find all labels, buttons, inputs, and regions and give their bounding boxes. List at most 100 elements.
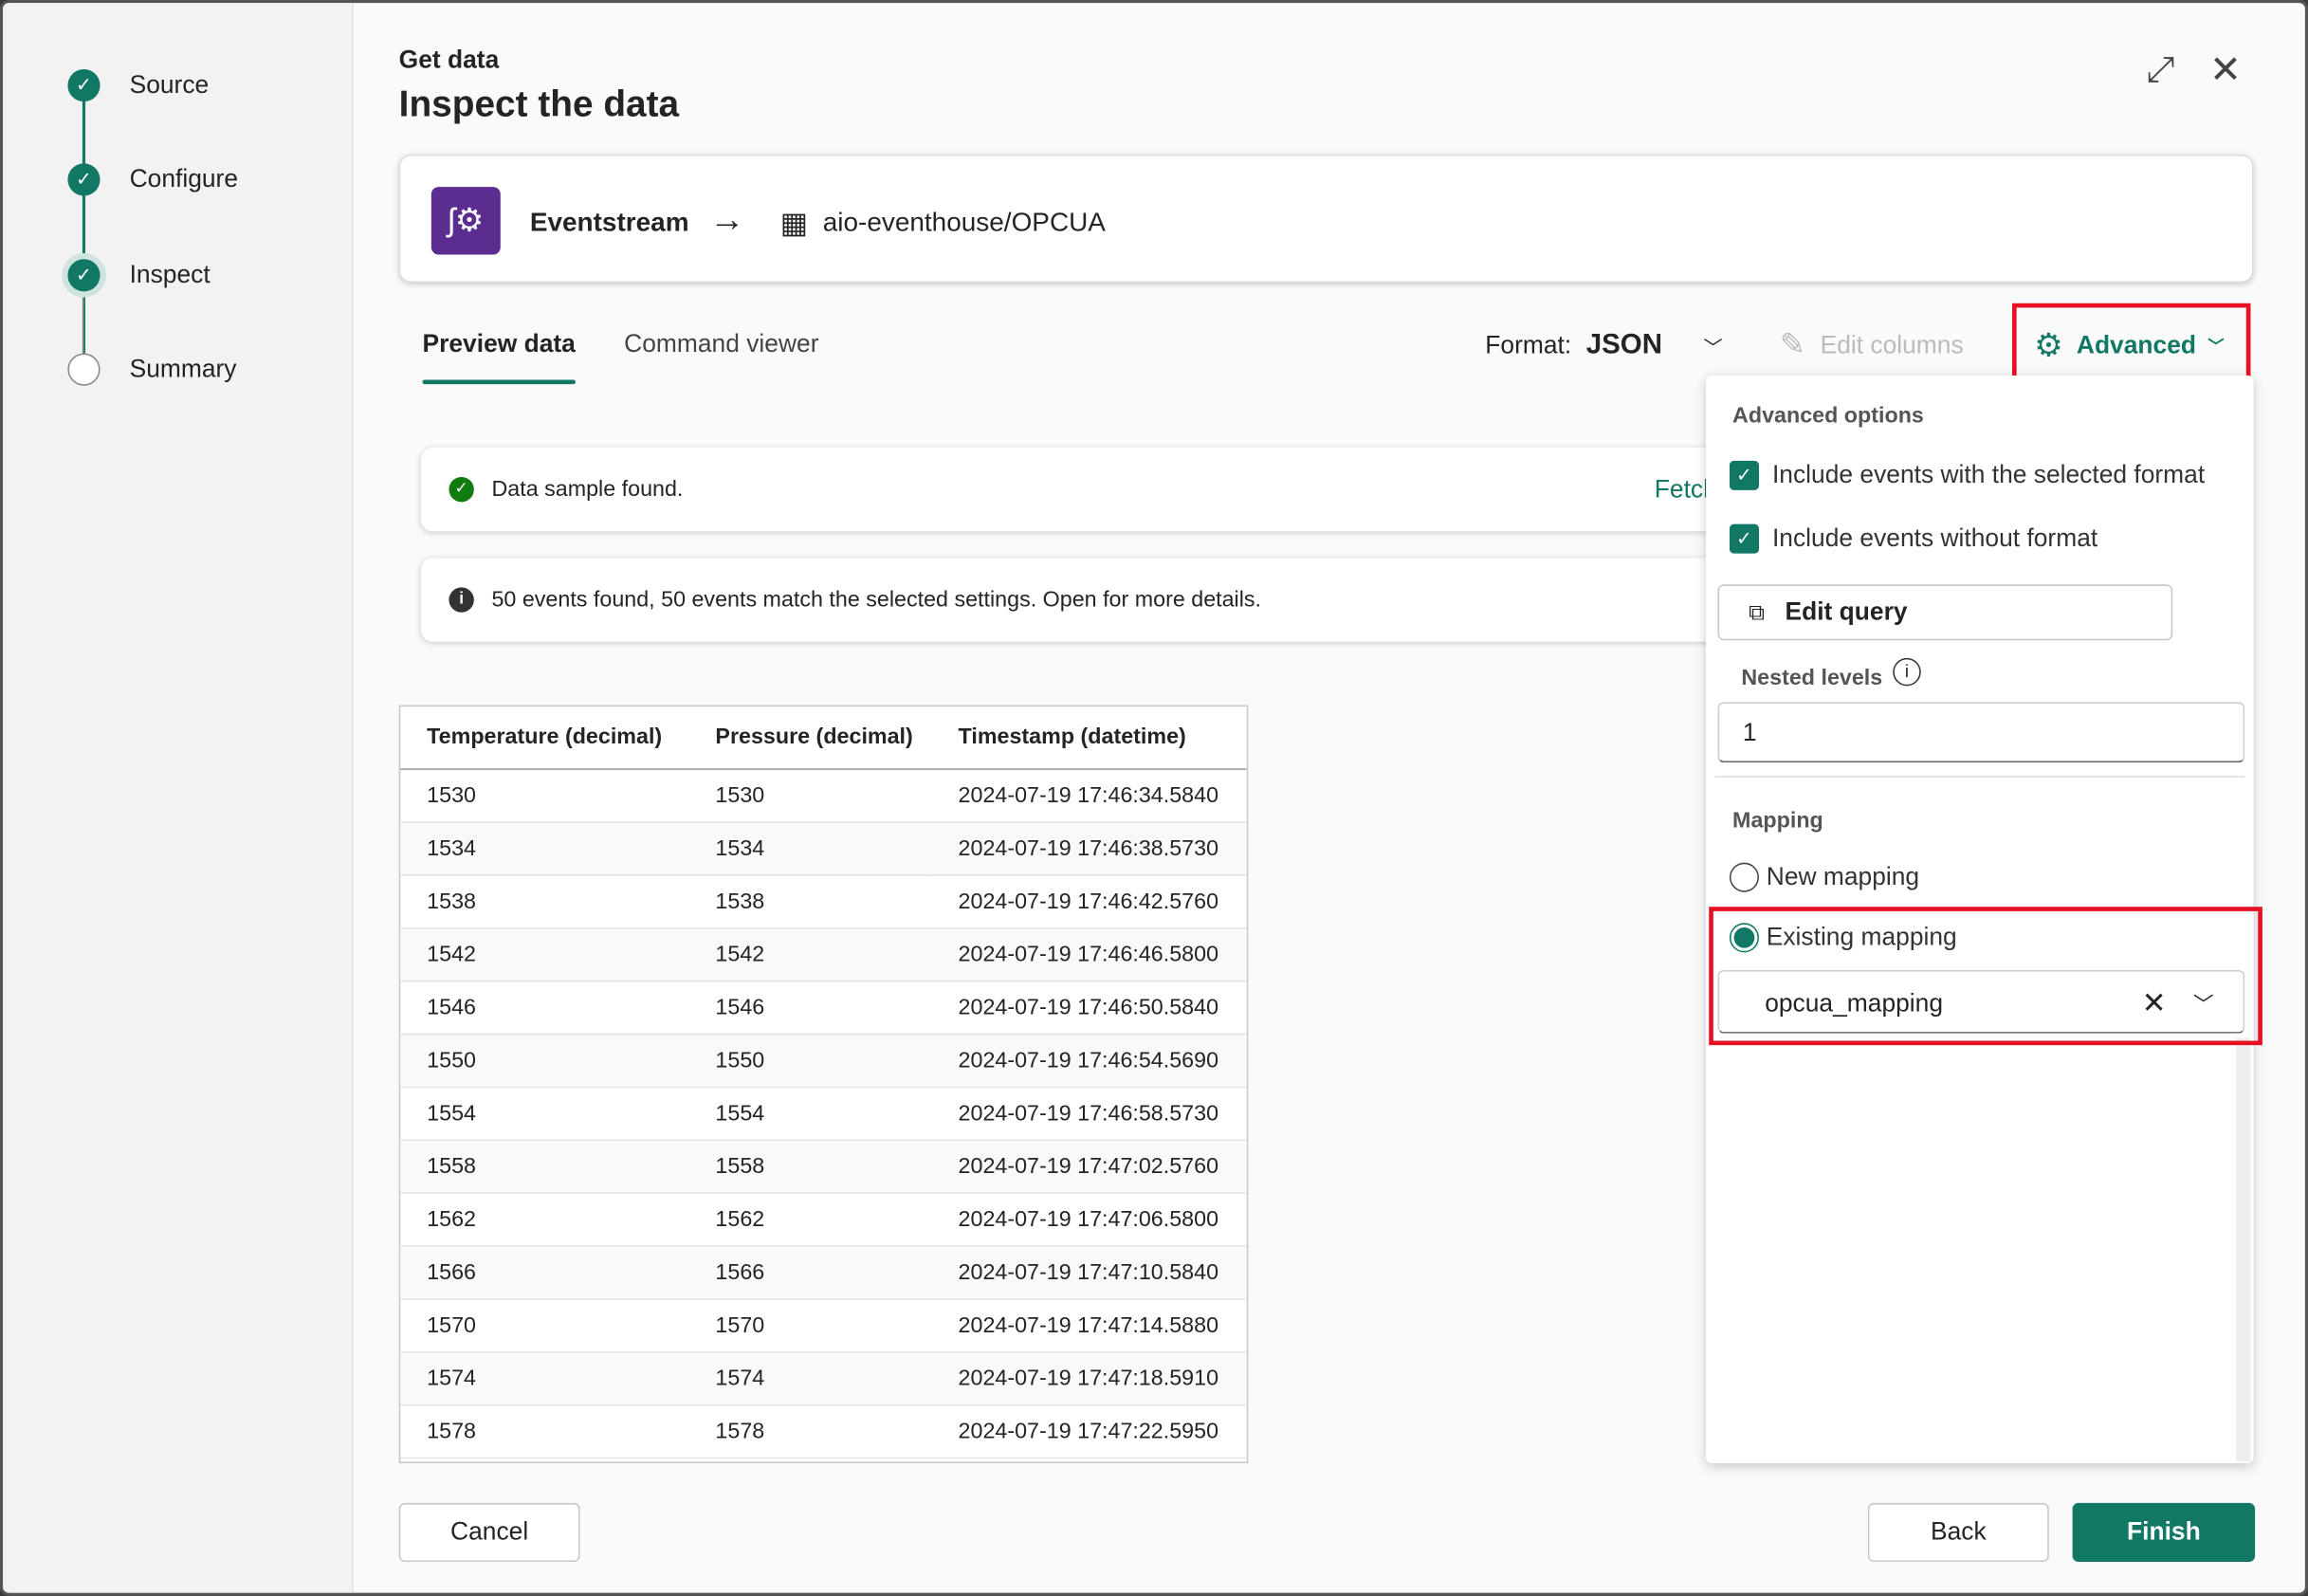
info-icon[interactable]: i (1893, 657, 1921, 687)
sample-status-bar: ✓ Data sample found. Fetch (420, 447, 1747, 532)
table-cell: 2024-07-19 17:46:46.5800 (931, 926, 1247, 981)
radio-unselected-icon (1729, 862, 1759, 892)
table-header: Temperature (decimal) Pressure (decimal) T… (400, 706, 1247, 770)
table-row: 1550 1550 2024-07-19 17:46:54.5690 (400, 1033, 1247, 1088)
check-icon: ✓ (67, 68, 101, 102)
advanced-options-title: Advanced options (1732, 403, 1924, 429)
table-row: 1538 1538 2024-07-19 17:46:42.5760 (400, 874, 1247, 928)
include-without-checkbox[interactable]: ✓ Include events without format (1729, 523, 2098, 554)
table-row: 1542 1542 2024-07-19 17:46:46.5800 (400, 926, 1247, 981)
table-cell: 2024-07-19 17:46:34.5840 (931, 768, 1247, 822)
check-icon: ✓ (67, 163, 101, 196)
table-cell: 1550 (688, 1033, 932, 1088)
table-cell: 1574 (688, 1351, 932, 1405)
format-value: JSON (1585, 329, 1663, 361)
arrow-right-icon: → (709, 200, 745, 241)
active-tab-indicator (422, 379, 576, 385)
table-cell: 1554 (688, 1086, 932, 1141)
include-selected-checkbox[interactable]: ✓ Include events with the selected format (1729, 460, 2206, 490)
table-cell: 1570 (688, 1298, 932, 1352)
table-cell: 1578 (688, 1403, 932, 1458)
table-cell: 2024-07-19 17:47:22.5950 (931, 1403, 1247, 1458)
info-icon: i (449, 587, 474, 613)
circle-icon (67, 353, 101, 386)
finish-button[interactable]: Finish (2072, 1502, 2256, 1562)
expand-icon[interactable]: ⤢ (2146, 50, 2174, 91)
step-inspect: ✓ Inspect (67, 259, 211, 292)
table-cell: 2024-07-19 17:46:54.5690 (931, 1033, 1247, 1088)
step-summary: Summary (67, 353, 237, 386)
step-pending-line (82, 291, 84, 359)
step-sidebar: ✓ Source ✓ Configure ✓ Inspect Summary (3, 3, 354, 1593)
edit-query-button[interactable]: ⧉ Edit query (1717, 584, 2173, 641)
table-cell: 2024-07-19 17:46:42.5760 (931, 874, 1247, 928)
table-row: 1530 1530 2024-07-19 17:46:34.5840 (400, 768, 1247, 822)
table-cell: 2024-07-19 17:47:02.5760 (931, 1139, 1247, 1194)
step-label: Inspect (129, 260, 211, 289)
format-select[interactable]: Format: JSON ﹀ (1485, 330, 1722, 362)
tab-command-viewer[interactable]: Command viewer (624, 330, 818, 359)
table-row: 1562 1562 2024-07-19 17:47:06.5800 (400, 1192, 1247, 1247)
sample-status-text: Data sample found. (491, 476, 684, 503)
eventstream-icon: ʃ⚙ (430, 187, 501, 255)
column-header[interactable]: Temperature (decimal) (400, 706, 689, 770)
checkbox-label: Include events without format (1771, 523, 2098, 553)
table-cell: 1534 (688, 821, 932, 875)
table-row: 1570 1570 2024-07-19 17:47:14.5880 (400, 1298, 1247, 1352)
edit-columns-button[interactable]: ✎ Edit columns (1780, 327, 1964, 364)
step-configure: ✓ Configure (67, 163, 238, 196)
table-cell: 2024-07-19 17:46:38.5730 (931, 821, 1247, 875)
edit-columns-label: Edit columns (1820, 330, 1964, 358)
step-source: ✓ Source (67, 68, 210, 102)
step-label: Summary (129, 355, 237, 383)
table-cell: 1570 (400, 1298, 689, 1352)
table-cell: 1542 (400, 926, 689, 981)
table-cell: 1562 (688, 1192, 932, 1247)
destination-name: aio-eventhouse/OPCUA (822, 207, 1106, 237)
nested-levels-label: Nested levels (1741, 665, 1883, 691)
table-icon: ▦ (779, 207, 809, 241)
highlight-existing-mapping (1709, 907, 2262, 1046)
source-name: Eventstream (529, 207, 689, 237)
table-cell: 1538 (688, 874, 932, 928)
table-cell: 1534 (400, 821, 689, 875)
table-row: 1546 1546 2024-07-19 17:46:50.5840 (400, 980, 1247, 1035)
pipeline-card: ʃ⚙ Eventstream → ▦ aio-eventhouse/OPCUA (398, 154, 2254, 284)
divider (1714, 776, 2245, 778)
step-label: Source (129, 70, 210, 100)
preview-table: Temperature (decimal) Pressure (decimal) T… (398, 705, 1249, 1463)
table-cell: 1562 (400, 1192, 689, 1247)
check-icon: ✓ (67, 259, 101, 292)
column-header[interactable]: Pressure (decimal) (688, 706, 932, 770)
table-cell: 1574 (400, 1351, 689, 1405)
dialog-eyebrow: Get data (398, 46, 500, 74)
checkbox-checked-icon: ✓ (1729, 523, 1759, 554)
tab-preview-data[interactable]: Preview data (422, 329, 576, 385)
table-cell: 1566 (400, 1245, 689, 1299)
chevron-down-icon: ﹀ (1703, 336, 1723, 358)
close-icon[interactable]: ✕ (2209, 47, 2242, 93)
nested-levels-input[interactable]: 1 (1717, 702, 2245, 763)
checkbox-checked-icon: ✓ (1729, 460, 1759, 490)
mapping-label: Mapping (1732, 808, 1823, 834)
table-cell: 1546 (400, 980, 689, 1035)
events-status-bar[interactable]: i 50 events found, 50 events match the s… (420, 558, 1747, 642)
success-icon: ✓ (449, 476, 474, 503)
new-mapping-radio[interactable]: New mapping (1729, 862, 1919, 892)
table-cell: 1546 (688, 980, 932, 1035)
table-cell: 1558 (688, 1139, 932, 1194)
checkbox-label: Include events with the selected format (1771, 460, 2206, 489)
table-row: 1558 1558 2024-07-19 17:47:02.5760 (400, 1139, 1247, 1194)
table-cell: 1550 (400, 1033, 689, 1088)
table-row: 1566 1566 2024-07-19 17:47:10.5840 (400, 1245, 1247, 1299)
tab-label: Preview data (422, 329, 576, 358)
table-cell: 2024-07-19 17:47:10.5840 (931, 1245, 1247, 1299)
table-cell: 1578 (400, 1403, 689, 1458)
column-header[interactable]: Timestamp (datetime) (931, 706, 1247, 770)
table-cell: 1530 (400, 768, 689, 822)
cancel-button[interactable]: Cancel (398, 1502, 580, 1562)
back-button[interactable]: Back (1867, 1502, 2049, 1562)
table-cell: 2024-07-19 17:46:58.5730 (931, 1086, 1247, 1141)
events-status-text: 50 events found, 50 events match the sel… (491, 587, 1262, 613)
panel-scrollbar[interactable] (2235, 1037, 2251, 1462)
